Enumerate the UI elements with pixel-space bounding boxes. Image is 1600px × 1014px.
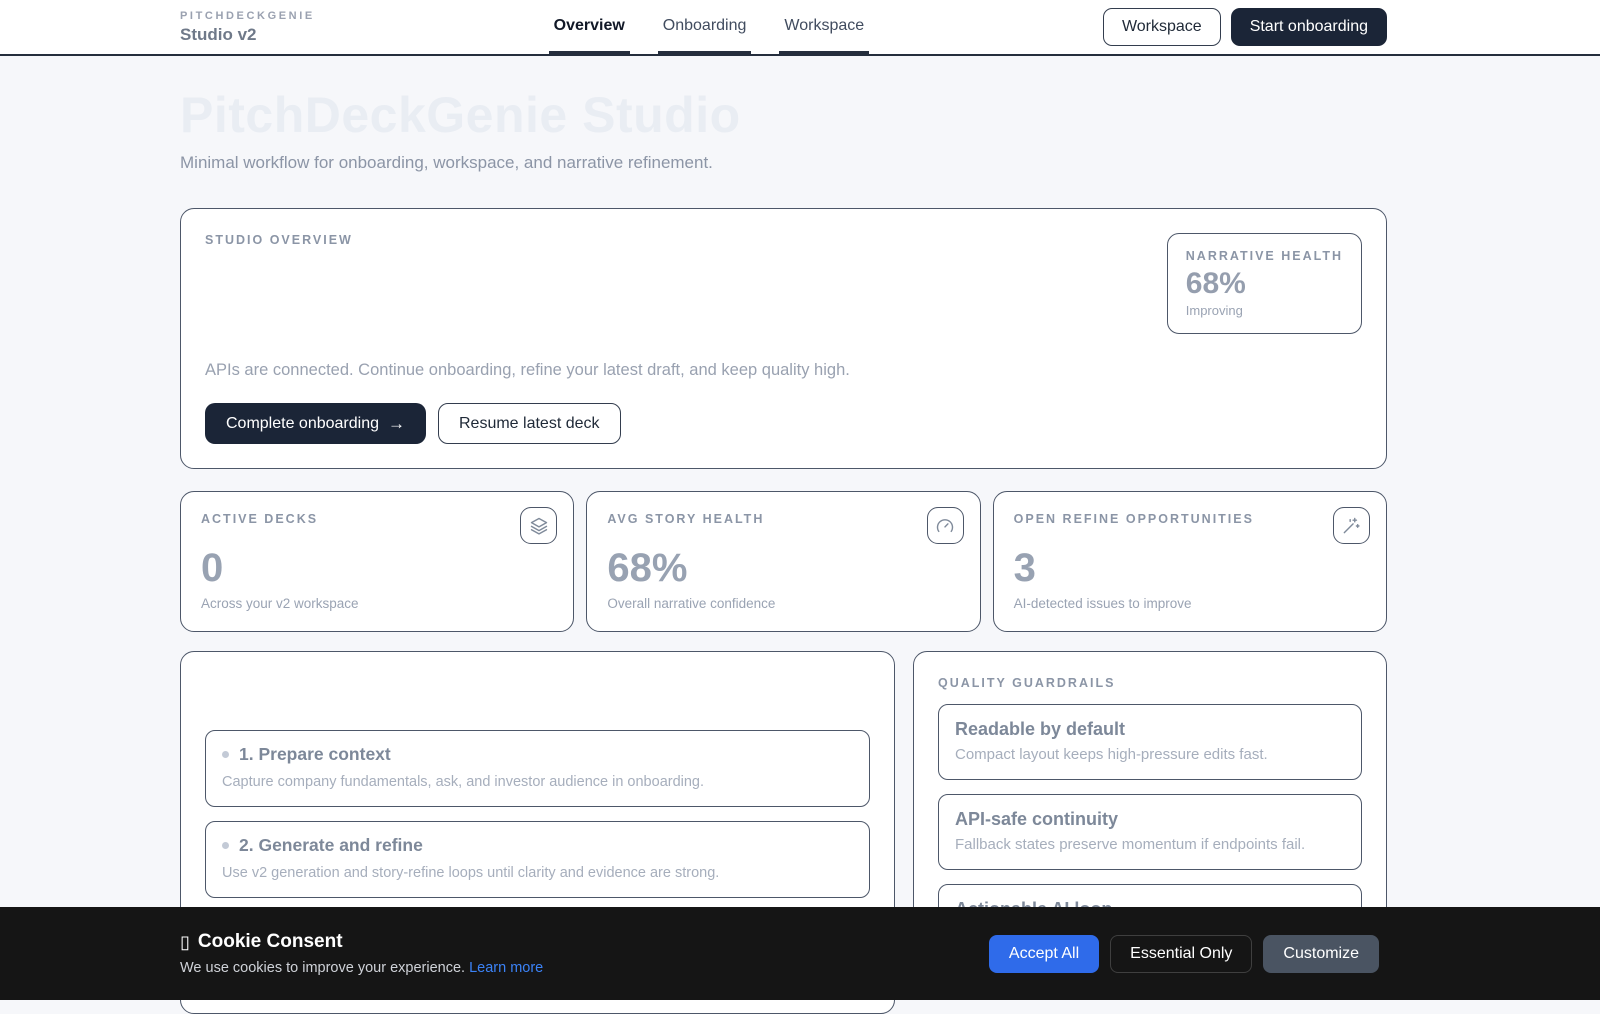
workflow-spacer — [205, 676, 870, 716]
quality-guardrails-label: QUALITY GUARDRAILS — [938, 676, 1362, 690]
avg-story-health-caption: Overall narrative confidence — [607, 596, 959, 611]
nav-tab-overview[interactable]: Overview — [549, 0, 630, 54]
cookie-emoji-icon: ▯ — [180, 932, 190, 953]
hero-section: PitchDeckGenie Studio Minimal workflow f… — [180, 56, 1387, 173]
cookie-consent-bar: ▯ Cookie Consent We use cookies to impro… — [0, 907, 1600, 1000]
studio-overview-label: STUDIO OVERVIEW — [205, 233, 353, 247]
step-2-title: 2. Generate and refine — [239, 835, 423, 856]
brand-logo[interactable]: PITCHDECKGENIE Studio v2 — [180, 10, 315, 44]
brand-name: Studio v2 — [180, 25, 315, 45]
gauge-icon[interactable] — [927, 507, 964, 544]
guardrail-api-safe-title: API-safe continuity — [955, 809, 1345, 830]
main-nav: Overview Onboarding Workspace — [549, 0, 870, 54]
resume-latest-deck-button[interactable]: Resume latest deck — [438, 403, 621, 444]
nav-tab-onboarding[interactable]: Onboarding — [658, 0, 752, 54]
active-decks-label: ACTIVE DECKS — [201, 512, 553, 526]
guardrail-api-safe-desc: Fallback states preserve momentum if end… — [955, 836, 1345, 853]
page-title: PitchDeckGenie Studio — [180, 86, 1387, 144]
refine-opportunities-card: OPEN REFINE OPPORTUNITIES 3 AI-detected … — [993, 491, 1387, 632]
refine-opportunities-caption: AI-detected issues to improve — [1014, 596, 1366, 611]
overview-status-message: APIs are connected. Continue onboarding,… — [205, 361, 1362, 380]
narrative-health-label: NARRATIVE HEALTH — [1186, 249, 1343, 263]
page-subtitle: Minimal workflow for onboarding, workspa… — [180, 153, 1387, 173]
avg-story-health-value: 68% — [607, 546, 959, 590]
customize-button[interactable]: Customize — [1263, 935, 1379, 973]
workflow-step-2: 2. Generate and refine Use v2 generation… — [205, 821, 870, 898]
step-1-title: 1. Prepare context — [239, 744, 391, 765]
nav-tab-workspace[interactable]: Workspace — [779, 0, 869, 54]
learn-more-link[interactable]: Learn more — [469, 960, 543, 976]
refine-opportunities-label: OPEN REFINE OPPORTUNITIES — [1014, 512, 1366, 526]
refine-opportunities-value: 3 — [1014, 546, 1366, 590]
cookie-consent-message: We use cookies to improve your experienc… — [180, 960, 465, 976]
step-2-desc: Use v2 generation and story-refine loops… — [222, 865, 853, 881]
narrative-health-trend: Improving — [1186, 303, 1343, 318]
workspace-button[interactable]: Workspace — [1103, 8, 1221, 46]
avg-story-health-label: AVG STORY HEALTH — [607, 512, 959, 526]
guardrail-readable: Readable by default Compact layout keeps… — [938, 704, 1362, 780]
complete-onboarding-button[interactable]: Complete onboarding → — [205, 403, 426, 444]
cookie-actions: Accept All Essential Only Customize — [989, 935, 1379, 973]
complete-onboarding-label: Complete onboarding — [226, 415, 379, 433]
arrow-right-icon: → — [388, 414, 405, 434]
studio-overview-card: STUDIO OVERVIEW NARRATIVE HEALTH 68% Imp… — [180, 208, 1387, 469]
guardrail-api-safe: API-safe continuity Fallback states pres… — [938, 794, 1362, 870]
narrative-health-box: NARRATIVE HEALTH 68% Improving — [1167, 233, 1362, 334]
main-content: PitchDeckGenie Studio Minimal workflow f… — [180, 56, 1387, 1014]
active-decks-card: ACTIVE DECKS 0 Across your v2 workspace — [180, 491, 574, 632]
avg-story-health-card: AVG STORY HEALTH 68% Overall narrative c… — [586, 491, 980, 632]
step-1-desc: Capture company fundamentals, ask, and i… — [222, 774, 853, 790]
narrative-health-value: 68% — [1186, 267, 1343, 301]
step-bullet-icon — [222, 751, 229, 758]
active-decks-value: 0 — [201, 546, 553, 590]
guardrail-readable-desc: Compact layout keeps high-pressure edits… — [955, 746, 1345, 763]
wand-icon[interactable] — [1333, 507, 1370, 544]
step-bullet-icon — [222, 842, 229, 849]
start-onboarding-button[interactable]: Start onboarding — [1231, 8, 1387, 46]
accept-all-button[interactable]: Accept All — [989, 935, 1099, 973]
layers-icon[interactable] — [520, 507, 557, 544]
guardrail-readable-title: Readable by default — [955, 719, 1345, 740]
essential-only-button[interactable]: Essential Only — [1110, 935, 1252, 973]
cookie-consent-title: Cookie Consent — [198, 931, 343, 953]
brand-eyebrow: PITCHDECKGENIE — [180, 10, 315, 23]
stats-row: ACTIVE DECKS 0 Across your v2 workspace … — [180, 491, 1387, 632]
active-decks-caption: Across your v2 workspace — [201, 596, 553, 611]
header-actions: Workspace Start onboarding — [1103, 8, 1387, 46]
workflow-step-1: 1. Prepare context Capture company funda… — [205, 730, 870, 807]
top-header: PITCHDECKGENIE Studio v2 Overview Onboar… — [0, 0, 1600, 56]
cookie-text-block: ▯ Cookie Consent We use cookies to impro… — [180, 931, 543, 976]
